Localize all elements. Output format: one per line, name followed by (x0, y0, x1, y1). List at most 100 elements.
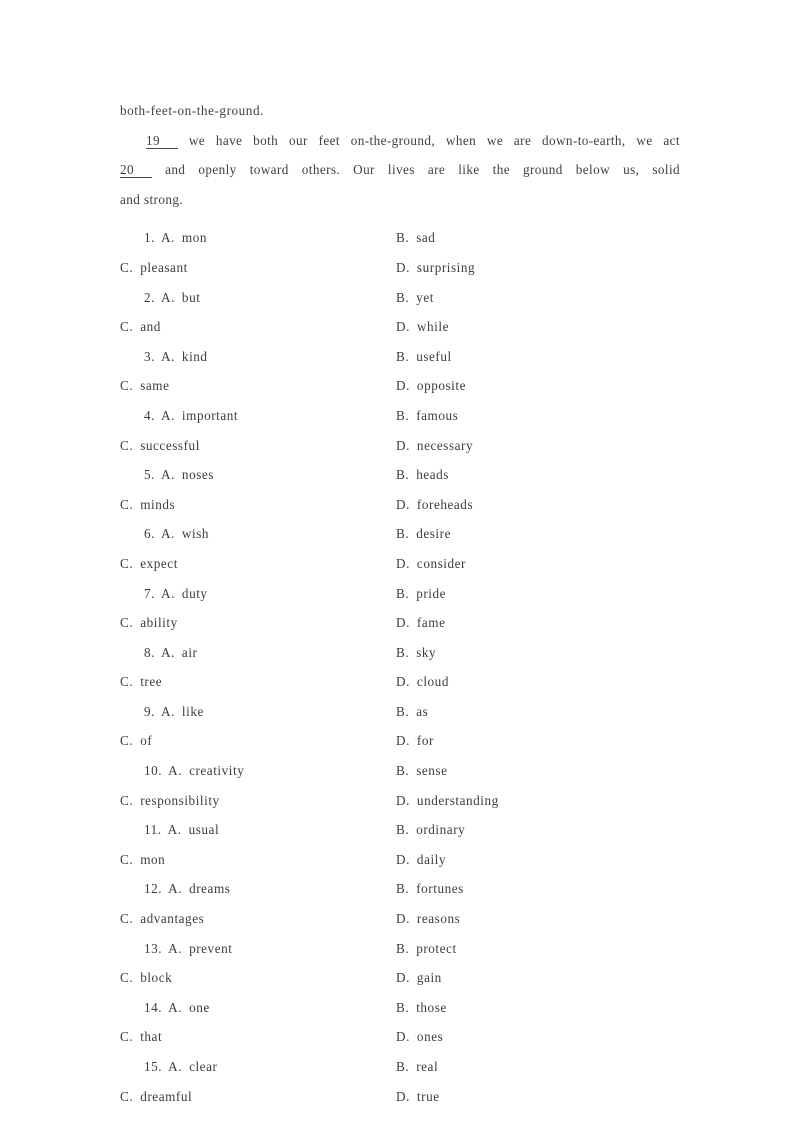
option-text-b: fortunes (416, 881, 464, 897)
option-choice-c[interactable]: C. tree (120, 667, 162, 697)
option-letter-a: A. (161, 585, 175, 601)
option-choice-a[interactable]: 6. A. wish (144, 519, 209, 549)
option-letter-a: A. (161, 644, 175, 660)
option-letter-a: A. (161, 289, 175, 305)
option-text-a: creativity (189, 763, 245, 779)
option-letter-d: D. (396, 615, 410, 631)
option-choice-c[interactable]: C. that (120, 1022, 162, 1052)
option-choice-c[interactable]: C. advantages (120, 904, 204, 934)
option-choice-a[interactable]: 2. A. but (144, 283, 200, 313)
blank-20[interactable]: 20 (120, 162, 152, 179)
option-choice-d[interactable]: D. foreheads (396, 490, 473, 520)
option-choice-d[interactable]: D. opposite (396, 371, 466, 401)
option-text-a: dreams (189, 881, 231, 897)
question-number: 1. (144, 230, 155, 246)
option-choice-b[interactable]: B. sense (396, 756, 448, 786)
option-choice-d[interactable]: D. understanding (396, 786, 499, 816)
option-letter-d: D. (396, 970, 410, 986)
option-choice-b[interactable]: B. as (396, 697, 428, 727)
option-choice-a[interactable]: 1. A. mon (144, 223, 207, 253)
option-choice-b[interactable]: B. sky (396, 638, 436, 668)
option-choice-d[interactable]: D. cloud (396, 667, 449, 697)
option-choice-a[interactable]: 15. A. clear (144, 1052, 217, 1082)
option-choice-c[interactable]: C. minds (120, 490, 175, 520)
blank-19[interactable]: 19 (146, 133, 178, 149)
option-choice-c[interactable]: C. dreamful (120, 1082, 192, 1112)
option-row-ab: 11. A. usual B. ordinary (120, 815, 680, 845)
option-choice-c[interactable]: C. expect (120, 549, 178, 579)
option-text-c: tree (140, 674, 163, 690)
option-choice-c[interactable]: C. responsibility (120, 786, 220, 816)
option-row-ab: 1. A. mon B. sad (120, 223, 680, 253)
option-choice-b[interactable]: B. useful (396, 342, 452, 372)
option-choice-a[interactable]: 11. A. usual (144, 815, 219, 845)
option-row-cd: C. same D. opposite (120, 371, 680, 401)
option-choice-a[interactable]: 8. A. air (144, 638, 197, 668)
option-choice-d[interactable]: D. true (396, 1082, 440, 1112)
option-text-b: famous (416, 407, 459, 423)
option-choice-d[interactable]: D. reasons (396, 904, 460, 934)
option-text-c: ability (140, 615, 178, 631)
option-choice-d[interactable]: D. surprising (396, 253, 475, 283)
option-letter-a: A. (168, 1059, 183, 1074)
option-choice-a[interactable]: 4. A. important (144, 401, 238, 431)
option-letter-c: C. (120, 1029, 134, 1045)
option-letter-d: D. (396, 259, 410, 275)
option-choice-d[interactable]: D. fame (396, 608, 445, 638)
option-row-cd: C. pleasant D. surprising (120, 253, 680, 283)
option-choice-a[interactable]: 9. A. like (144, 697, 204, 727)
option-choice-a[interactable]: 7. A. duty (144, 579, 208, 609)
option-choice-b[interactable]: B. famous (396, 401, 458, 431)
option-text-b: desire (416, 526, 451, 542)
option-text-c: block (140, 970, 173, 986)
option-choice-b[interactable]: B. heads (396, 460, 449, 490)
option-letter-b: B. (396, 703, 410, 719)
option-choice-b[interactable]: B. protect (396, 934, 457, 964)
option-choice-c[interactable]: C. ability (120, 608, 178, 638)
option-choice-d[interactable]: D. daily (396, 845, 446, 875)
option-choice-a[interactable]: 13. A. prevent (144, 934, 232, 964)
option-letter-b: B. (396, 585, 410, 601)
option-choice-c[interactable]: C. of (120, 726, 152, 756)
option-row-cd: C. responsibility D. understanding (120, 786, 680, 816)
option-choice-b[interactable]: B. those (396, 993, 447, 1023)
option-text-b: yet (416, 289, 434, 305)
option-choice-a[interactable]: 5. A. noses (144, 460, 214, 490)
option-choice-b[interactable]: B. yet (396, 283, 434, 313)
option-choice-d[interactable]: D. ones (396, 1022, 443, 1052)
option-choice-b[interactable]: B. desire (396, 519, 451, 549)
option-choice-d[interactable]: D. gain (396, 963, 442, 993)
passage-line-2-text: we have both our feet on-the-ground, whe… (188, 132, 680, 148)
option-choice-d[interactable]: D. for (396, 726, 434, 756)
option-choice-d[interactable]: D. while (396, 312, 449, 342)
option-choice-c[interactable]: C. and (120, 312, 161, 342)
option-choice-b[interactable]: B. real (396, 1052, 438, 1082)
question-number: 10. (144, 763, 163, 779)
option-choice-a[interactable]: 12. A. dreams (144, 874, 230, 904)
option-text-c: that (140, 1029, 163, 1045)
option-choice-a[interactable]: 14. A. one (144, 993, 210, 1023)
option-choice-c[interactable]: C. block (120, 963, 172, 993)
option-choice-b[interactable]: B. pride (396, 579, 446, 609)
option-text-d: for (416, 733, 434, 749)
option-letter-d: D. (396, 851, 410, 867)
option-row-ab: 6. A. wish B. desire (120, 519, 680, 549)
option-choice-b[interactable]: B. ordinary (396, 815, 465, 845)
option-choice-a[interactable]: 10. A. creativity (144, 756, 244, 786)
option-letter-c: C. (120, 792, 134, 808)
option-choice-c[interactable]: C. same (120, 371, 170, 401)
option-choice-d[interactable]: D. necessary (396, 431, 473, 461)
option-choice-c[interactable]: C. pleasant (120, 253, 188, 283)
option-choice-d[interactable]: D. consider (396, 549, 466, 579)
option-choice-c[interactable]: C. successful (120, 431, 200, 461)
option-letter-d: D. (396, 1029, 410, 1045)
option-row-cd: C. of D. for (120, 726, 680, 756)
option-letter-c: C. (120, 378, 134, 394)
option-letter-a: A. (161, 230, 175, 246)
option-choice-b[interactable]: B. fortunes (396, 874, 464, 904)
option-choice-a[interactable]: 3. A. kind (144, 342, 208, 372)
option-text-c: expect (140, 555, 178, 571)
option-choice-b[interactable]: B. sad (396, 223, 435, 253)
option-row-cd: C. ability D. fame (120, 608, 680, 638)
option-choice-c[interactable]: C. mon (120, 845, 165, 875)
